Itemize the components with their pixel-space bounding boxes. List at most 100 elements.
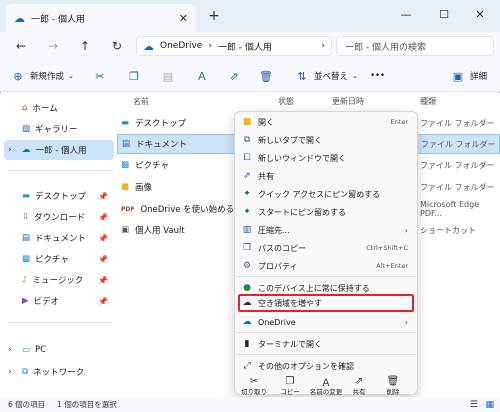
item-count: 6 個の項目 xyxy=(8,400,46,409)
back-arrow-icon[interactable]: ← xyxy=(12,38,30,54)
chevron-right-icon[interactable]: › xyxy=(8,345,12,355)
menu-item-open-new-window[interactable]: ⧠ 新しいウィンドウで開く xyxy=(240,150,412,166)
share-icon[interactable]: ⇗ xyxy=(226,68,242,84)
list-view-icon[interactable]: ☰ xyxy=(470,400,478,410)
maximize-button[interactable]: ☐ xyxy=(426,0,462,28)
tab-close-icon[interactable]: ✕ xyxy=(179,12,188,25)
sort-icon: ⇅ xyxy=(297,69,307,83)
up-arrow-icon[interactable]: ↑ xyxy=(76,38,94,54)
sidebar-item-label: ピクチャ xyxy=(35,255,69,265)
forward-arrow-icon[interactable]: → xyxy=(44,38,62,54)
column-header-status[interactable]: 状態 xyxy=(278,96,294,107)
chevron-right-icon[interactable]: › xyxy=(8,367,12,377)
menu-item-copy-path[interactable]: ❐ パスのコピー Ctrl+Shift+C xyxy=(240,240,412,256)
sidebar-item-label: ミュージック xyxy=(32,276,84,286)
sidebar-item-label: ギャラリー xyxy=(35,125,78,135)
submenu-arrow-icon: › xyxy=(404,317,408,327)
menu-item-label: 共有 xyxy=(258,171,274,181)
new-tab-button[interactable]: + xyxy=(206,8,222,24)
rename-label: 名前の変更 xyxy=(309,388,343,396)
sidebar-divider xyxy=(8,170,112,171)
sidebar-item-label: ホーム xyxy=(32,104,58,114)
refresh-icon[interactable]: ↻ xyxy=(108,38,126,54)
sidebar-item-downloads[interactable]: ⇩ ダウンロード 📌 xyxy=(4,207,114,227)
sidebar-item-network[interactable]: › ⧉ ネットワーク xyxy=(4,362,114,382)
sidebar-item-home[interactable]: ⌂ ホーム xyxy=(4,98,114,118)
close-window-button[interactable]: ✕ xyxy=(462,0,498,28)
menu-item-open-terminal[interactable]: ▮ ターミナルで開く xyxy=(240,336,412,352)
sidebar-item-documents[interactable]: ▤ ドキュメント 📌 xyxy=(4,228,114,248)
column-header-type[interactable]: 種類 xyxy=(420,96,436,107)
file-type: ファイル フォルダー xyxy=(421,139,496,149)
tile-view-icon[interactable]: ▦ xyxy=(485,400,494,410)
menu-item-free-up-space[interactable]: ☁ 空き領域を増やす xyxy=(238,294,414,312)
menu-item-properties[interactable]: ⚙ プロパティ Alt+Enter xyxy=(240,258,412,274)
pin-icon: 📌 xyxy=(98,254,108,264)
menu-item-onedrive[interactable]: ☁ OneDrive › xyxy=(240,314,412,330)
document-icon: ▤ xyxy=(22,233,31,243)
properties-icon: ⚙ xyxy=(242,261,252,271)
sort-button[interactable]: ⇅ 並べ替え ⌄ xyxy=(294,68,358,84)
menu-item-label: OneDrive xyxy=(258,317,296,327)
plus-circle-icon: ⊕ xyxy=(13,69,23,83)
menu-item-label: その他のオプションを確認 xyxy=(258,361,354,371)
details-pane-icon: ▣ xyxy=(452,69,464,83)
menu-item-label: 開く xyxy=(258,117,274,127)
column-header-name[interactable]: 名前 xyxy=(133,96,149,107)
download-icon: ⇩ xyxy=(22,212,30,222)
gallery-icon: ▨ xyxy=(22,124,31,134)
pin-icon: 📌 xyxy=(98,275,108,285)
menu-item-pin-quick-access[interactable]: ✦ クイック アクセスにピン留めする xyxy=(240,186,412,202)
minimize-button[interactable]: — xyxy=(388,0,424,28)
menu-item-label: 新しいタブで開く xyxy=(258,135,322,145)
sidebar-item-desktop[interactable]: ▬ デスクトップ 📌 xyxy=(4,186,114,206)
sidebar-item-gallery[interactable]: ▨ ギャラリー xyxy=(4,119,114,139)
address-chevron[interactable]: › xyxy=(321,41,325,51)
music-icon: ♪ xyxy=(22,275,28,285)
menu-item-share[interactable]: ⇗ 共有 xyxy=(240,168,412,184)
tab-onedrive[interactable]: ☁ 一郎 - 個人用 ✕ xyxy=(6,4,196,32)
address-separator: › xyxy=(208,41,212,51)
new-button-label: 新規作成 xyxy=(30,72,65,82)
new-tab-icon: ⧉ xyxy=(243,135,251,145)
chevron-right-icon[interactable]: › xyxy=(8,145,12,155)
new-button[interactable]: ⊕ 新規作成 ⌄ xyxy=(10,68,74,84)
menu-divider xyxy=(236,354,416,355)
rename-icon[interactable]: Ａ xyxy=(194,68,210,84)
delete-label: 削除 xyxy=(386,388,400,396)
cut-icon[interactable]: ✂ xyxy=(92,68,108,84)
address-folder[interactable]: 一郎 - 個人用 xyxy=(218,40,272,53)
more-options-button[interactable]: ••• xyxy=(370,68,385,84)
menu-item-compress[interactable]: ▥ 圧縮先... › xyxy=(240,222,412,238)
menu-item-label: ターミナルで開く xyxy=(258,339,322,349)
details-button[interactable]: ▣ 詳細 xyxy=(450,68,487,84)
menu-item-more-options[interactable]: ⤢ その他のオプションを確認 xyxy=(240,358,412,374)
menu-item-open-new-tab[interactable]: ⧉ 新しいタブで開く xyxy=(240,132,412,148)
sidebar-item-label: ビデオ xyxy=(33,297,60,307)
column-header-modified[interactable]: 更新日時 xyxy=(332,96,364,107)
paste-icon[interactable]: ▤ xyxy=(160,68,176,84)
home-icon: ⌂ xyxy=(22,103,28,113)
menu-shortcut: Alt+Enter xyxy=(376,262,408,270)
sidebar-item-music[interactable]: ♪ ミュージック 📌 xyxy=(4,270,114,290)
address-location[interactable]: OneDrive xyxy=(160,41,202,51)
share-label: 共有 xyxy=(352,388,366,396)
submenu-arrow-icon: › xyxy=(404,225,408,235)
menu-item-open[interactable]: ■ 開く Enter xyxy=(240,114,412,130)
menu-item-pin-start[interactable]: ✦ スタートにピン留めする xyxy=(240,204,412,220)
address-bar[interactable]: ☁ OneDrive › 一郎 - 個人用 › xyxy=(136,36,332,56)
sidebar-item-pc[interactable]: › ▭ PC xyxy=(4,340,114,360)
search-input[interactable]: 一郎 - 個人用の検索 xyxy=(336,36,494,56)
sidebar-divider xyxy=(8,322,112,323)
sidebar-item-label: ネットワーク xyxy=(33,368,85,378)
cloud-icon: ☁ xyxy=(14,11,25,25)
sidebar-item-videos[interactable]: ▶ ビデオ 📌 xyxy=(4,291,114,311)
delete-icon[interactable]: 🗑 xyxy=(258,68,274,84)
pin-icon: 📌 xyxy=(98,212,108,222)
sidebar-item-onedrive[interactable]: › ☁ 一郎 - 個人用 xyxy=(4,140,114,160)
sidebar-item-pictures[interactable]: ▩ ピクチャ 📌 xyxy=(4,249,114,269)
search-placeholder: 一郎 - 個人用の検索 xyxy=(345,42,426,53)
copy-icon[interactable]: ❐ xyxy=(126,68,142,84)
copy-path-icon: ❐ xyxy=(242,243,252,253)
chevron-down-icon: ⌄ xyxy=(68,72,74,80)
